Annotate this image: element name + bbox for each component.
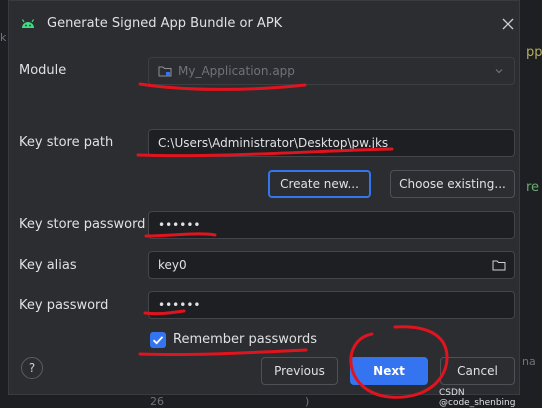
android-icon bbox=[21, 19, 35, 28]
previous-button[interactable]: Previous bbox=[261, 357, 338, 385]
signed-apk-dialog: Generate Signed App Bundle or APK Module… bbox=[8, 0, 520, 395]
module-value: My_Application.app bbox=[178, 64, 295, 78]
key-password-value: •••••• bbox=[158, 298, 201, 312]
create-new-button[interactable]: Create new... bbox=[268, 170, 371, 198]
keystore-path-field[interactable]: C:\Users\Administrator\Desktop\pw.jks bbox=[148, 129, 515, 157]
keystore-path-value: C:\Users\Administrator\Desktop\pw.jks bbox=[158, 136, 389, 150]
folder-icon bbox=[158, 66, 172, 77]
module-label: Module bbox=[19, 63, 67, 78]
watermark: CSDN @code_shenbing bbox=[439, 388, 516, 408]
ide-background-right: pp re na bbox=[520, 0, 542, 407]
remember-passwords-label[interactable]: Remember passwords bbox=[173, 332, 317, 347]
keystore-password-value: •••••• bbox=[158, 218, 201, 232]
chevron-down-icon bbox=[495, 69, 503, 74]
ide-background-left: k bbox=[0, 0, 8, 407]
key-password-field[interactable]: •••••• bbox=[148, 291, 515, 319]
cancel-button[interactable]: Cancel bbox=[440, 357, 515, 385]
close-button[interactable] bbox=[497, 13, 519, 35]
ide-line-number: 26 bbox=[150, 395, 164, 408]
dialog-title: Generate Signed App Bundle or APK bbox=[47, 16, 283, 31]
keystore-password-field[interactable]: •••••• bbox=[148, 211, 515, 239]
module-select[interactable]: My_Application.app bbox=[148, 57, 515, 85]
folder-icon[interactable] bbox=[492, 259, 506, 272]
remember-passwords-checkbox[interactable] bbox=[150, 332, 166, 348]
keystore-password-label: Key store password bbox=[19, 217, 146, 232]
ide-brace: ) bbox=[305, 395, 310, 408]
key-alias-value: key0 bbox=[158, 258, 187, 272]
check-icon bbox=[152, 336, 164, 345]
key-alias-field[interactable]: key0 bbox=[148, 251, 515, 279]
help-icon: ? bbox=[28, 361, 36, 375]
close-icon bbox=[502, 18, 514, 30]
title-bar: Generate Signed App Bundle or APK bbox=[9, 1, 519, 45]
help-button[interactable]: ? bbox=[21, 357, 43, 379]
keystore-path-label: Key store path bbox=[19, 135, 114, 150]
choose-existing-button[interactable]: Choose existing... bbox=[390, 170, 515, 198]
key-alias-label: Key alias bbox=[19, 258, 77, 273]
next-button[interactable]: Next bbox=[350, 357, 428, 385]
key-password-label: Key password bbox=[19, 298, 109, 313]
